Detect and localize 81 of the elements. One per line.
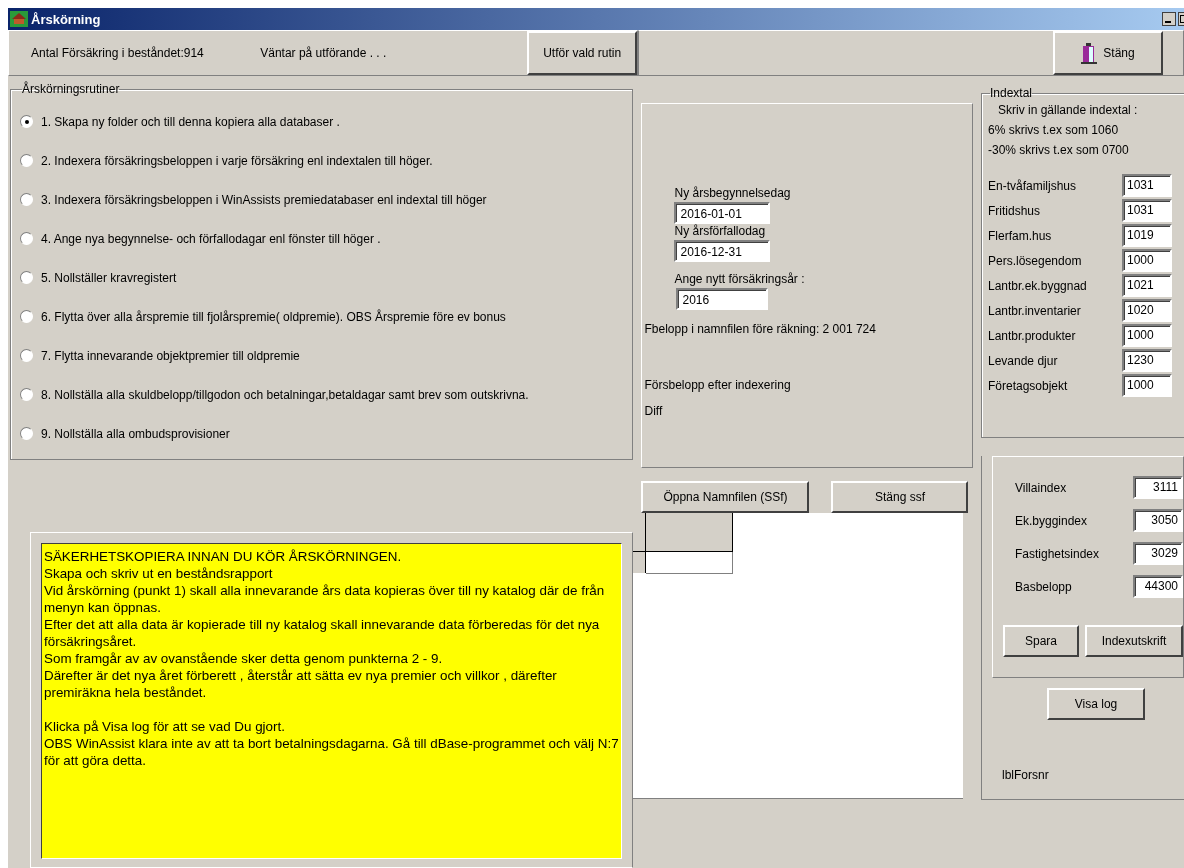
routine-option[interactable]: 2. Indexera försäkringsbeloppen i varje försäkring enl indextalen till höger. [20, 141, 633, 180]
routine-option[interactable]: 4. Ange nya begynnelse- och förfallodagar enl fönster till höger . [20, 219, 633, 258]
note-text: Skapa och skriv ut en beståndsrapport [44, 565, 274, 582]
note-text: Därefter är det nya året förberett , återstår att sätta ev nya premier och villkor , därefter premiräkna hela beståndet. [44, 667, 558, 701]
status-label: Väntar på utförande . . . [260, 46, 388, 60]
field-label: Levande djur [988, 353, 1058, 368]
door-icon [1081, 42, 1098, 64]
run-routine-button[interactable]: Utför vald rutin [527, 31, 637, 75]
field-label: Pers.lösegendom [988, 253, 1082, 268]
routine-option[interactable]: 8. Nollställa alla skuldbelopp/tillgodon och betalningar,betaldagar samt brev som outskrivna. [20, 375, 633, 414]
group-title: Årskörningsrutiner [22, 82, 120, 96]
show-log-button[interactable]: Visa log [1047, 688, 1145, 720]
routine-option[interactable]: 6. Flytta över alla årspremie till fjolårspremie( oldpremie). OBS Årspremie före ev bonus [20, 297, 633, 336]
group-title: Indextal [990, 86, 1033, 100]
window-title: Årskörning [31, 11, 102, 27]
note-text: Som framgår av av ovanstående sker detta genom punkterna 2 - 9. [44, 650, 444, 667]
input-field[interactable]: 1031 [1122, 174, 1172, 197]
input-field[interactable]: 2016 [676, 288, 769, 310]
input-field[interactable]: 1031 [1122, 199, 1172, 222]
note-text: Klicka på Visa log för att se vad Du gjort. [44, 718, 286, 735]
instruction-text: Skriv in gällande indextal : [997, 102, 1139, 119]
note-text: Vid årskörning (punkt 1) skall alla innevarande års data kopieras över till ny katalog där de från menyn kan öppnas. [44, 582, 606, 616]
radio-button[interactable] [20, 115, 33, 128]
minimize-icon[interactable] [1162, 12, 1176, 26]
print-index-button[interactable]: Indexutskrift [1085, 625, 1183, 657]
radio-button[interactable] [20, 388, 33, 401]
input-field[interactable]: 1019 [1122, 224, 1172, 247]
open-file-button[interactable]: Öppna Namnfilen (SSf) [641, 481, 810, 513]
close-button[interactable]: Stäng [1053, 31, 1163, 75]
routine-option[interactable]: 9. Nollställa alla ombudsprovisioner [20, 414, 633, 453]
field-label: Fastighetsindex [1015, 546, 1100, 561]
input-field[interactable]: 44300 [1133, 575, 1183, 598]
field-label: Flerfam.hus [988, 228, 1052, 243]
radio-button[interactable] [20, 310, 33, 323]
radio-button[interactable] [20, 349, 33, 362]
input-field[interactable]: 1021 [1122, 274, 1172, 297]
field-label: Lantbr.inventarier [988, 303, 1081, 318]
field-label: Ny årsförfallodag [674, 224, 766, 238]
routine-option[interactable]: 7. Flytta innevarande objektpremier till oldpremie [20, 336, 633, 375]
routine-option[interactable]: 3. Indexera försäkringsbeloppen i WinAssists premiedatabaser enl indextal till höger [20, 180, 633, 219]
field-label: Företagsobjekt [988, 378, 1068, 393]
field-label: Lantbr.ek.byggnad [988, 278, 1087, 293]
policy-count-label: Antal Försäkring i beståndet:914 [30, 46, 205, 60]
input-field[interactable]: 3029 [1133, 542, 1183, 565]
routine-option[interactable]: 5. Nollställer kravregistert [20, 258, 633, 297]
routine-option[interactable]: 1. Skapa ny folder och till denna kopiera alla databaser . [20, 102, 633, 141]
input-field[interactable]: 1020 [1122, 299, 1172, 322]
indexed-amount-label: Försbelopp efter indexering [644, 378, 792, 392]
field-label: Ange nytt försäkringsår : [674, 272, 805, 286]
input-field[interactable]: 1000 [1122, 324, 1172, 347]
radio-button[interactable] [20, 427, 33, 440]
input-field[interactable]: 3050 [1133, 509, 1183, 532]
input-field[interactable]: 3111 [1133, 476, 1183, 499]
instruction-text: -30% skrivs t.ex som 0700 [988, 142, 1130, 159]
maximize-icon[interactable] [1178, 12, 1184, 26]
radio-button[interactable] [20, 232, 33, 245]
field-label: Basbelopp [1015, 579, 1072, 594]
save-button[interactable]: Spara [1003, 625, 1079, 657]
input-field[interactable]: 1000 [1122, 374, 1172, 397]
amount-label: Fbelopp i namnfilen före räkning: 2 001 724 [644, 322, 877, 336]
input-field[interactable]: 2016-12-31 [674, 240, 771, 262]
radio-button[interactable] [20, 193, 33, 206]
note-text: OBS WinAssist klara inte av att ta bort betalningsdagarna. Gå till dBase-programmet och välj N:7 för att göra detta. [44, 735, 620, 769]
diff-label: Diff [644, 404, 664, 418]
note-text: SÄKERHETSKOPIERA INNAN DU KÖR ÅRSKÖRNINGEN. [44, 548, 403, 565]
note-text: Efter det att alla data är kopierade till ny katalog skall innevarande data förberedas för det nya försäkringsåret. [44, 616, 601, 650]
field-label: Lantbr.produkter [988, 328, 1076, 343]
field-label: Ny årsbegynnelsedag [674, 186, 791, 200]
policy-number-label: lblForsnr [1002, 768, 1050, 782]
input-field[interactable]: 2016-01-01 [674, 202, 771, 224]
field-label: Villaindex [1015, 480, 1067, 495]
field-label: Ek.byggindex [1015, 513, 1088, 528]
radio-button[interactable] [20, 154, 33, 167]
input-field[interactable]: 1230 [1122, 349, 1172, 372]
field-label: Fritidshus [988, 203, 1040, 218]
radio-button[interactable] [20, 271, 33, 284]
input-field[interactable]: 1000 [1122, 249, 1172, 272]
house-icon [10, 11, 28, 27]
close-file-button[interactable]: Stäng ssf [831, 481, 969, 513]
instruction-text: 6% skrivs t.ex som 1060 [988, 122, 1120, 139]
field-label: En-tvåfamiljshus [988, 178, 1077, 193]
